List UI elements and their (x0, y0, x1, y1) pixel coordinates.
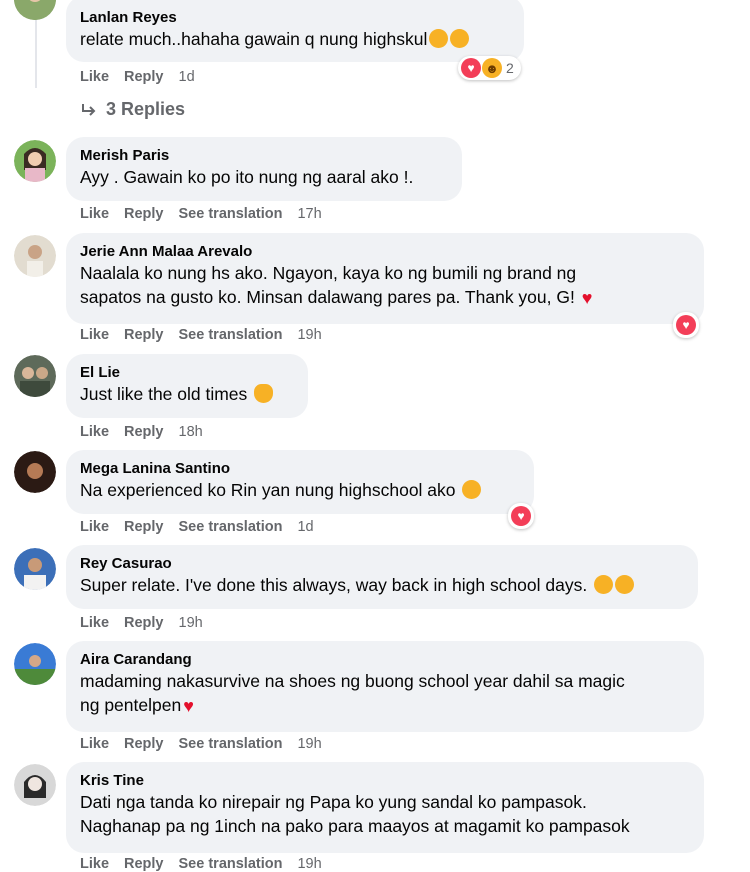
avatar[interactable] (14, 0, 56, 20)
comment-actions: Like Reply 18h (80, 424, 218, 440)
reply-button[interactable]: Reply (124, 856, 164, 872)
comment-text-line: Naalala ko nung hs ako. Ngayon, kaya ko … (80, 263, 577, 283)
reaction-summary[interactable]: ♥ (508, 503, 534, 529)
comment-bubble: El Lie Just like the old times (66, 354, 308, 418)
comment-time[interactable]: 18h (179, 424, 203, 440)
comment-actions: Like Reply 1d (80, 69, 210, 85)
comment-text: Na experienced ko Rin yan nung highschoo… (80, 478, 520, 502)
comment-text: Ayy . Gawain ko po ito nung ng aaral ako… (80, 167, 414, 187)
avatar[interactable] (14, 548, 56, 590)
reply-button[interactable]: Reply (124, 424, 164, 440)
love-icon: ♥ (676, 315, 696, 335)
comment-bubble: Aira Carandang madaming nakasurvive na s… (66, 641, 704, 732)
comment-text-line: ng pentelpen ♥ (80, 695, 194, 716)
love-icon: ♥ (461, 58, 481, 78)
haha-icon: ☻ (482, 58, 502, 78)
comment-actions: Like Reply See translation 19h (80, 327, 337, 343)
comment-time[interactable]: 19h (297, 736, 321, 752)
reaction-summary[interactable]: ♥ (673, 312, 699, 338)
comment-text-line: Dati nga tanda ko nirepair ng Papa ko yu… (80, 792, 587, 812)
like-button[interactable]: Like (80, 206, 109, 222)
rofl-emoji-icon (450, 29, 470, 48)
comment-bubble: Rey Casurao Super relate. I've done this… (66, 545, 698, 609)
comment-bubble: Merish Paris Ayy . Gawain ko po ito nung… (66, 137, 462, 201)
comment-text-line: Naghanap pa ng 1inch na pako para maayos… (80, 816, 630, 836)
comment-actions: Like Reply See translation 1d (80, 519, 329, 535)
comment-author[interactable]: Lanlan Reyes (80, 8, 510, 27)
like-button[interactable]: Like (80, 69, 109, 85)
avatar[interactable] (14, 764, 56, 806)
pinching-hand-emoji-icon (254, 384, 274, 403)
comment-time[interactable]: 19h (297, 856, 321, 872)
comment-bubble: Kris Tine Dati nga tanda ko nirepair ng … (66, 762, 704, 853)
reply-button[interactable]: Reply (124, 327, 164, 343)
comment-author[interactable]: Rey Casurao (80, 554, 684, 573)
pleading-face-emoji-icon (594, 575, 614, 594)
like-button[interactable]: Like (80, 519, 109, 535)
view-replies-button[interactable]: 3 Replies (80, 99, 185, 120)
comment-actions: Like Reply See translation 17h (80, 206, 337, 222)
like-button[interactable]: Like (80, 736, 109, 752)
comment-time[interactable]: 19h (297, 327, 321, 343)
comment-time[interactable]: 17h (297, 206, 321, 222)
pleading-face-emoji-icon (615, 575, 635, 594)
comment-bubble: Jerie Ann Malaa Arevalo Naalala ko nung … (66, 233, 704, 324)
love-icon: ♥ (511, 506, 531, 526)
reply-button[interactable]: Reply (124, 206, 164, 222)
like-button[interactable]: Like (80, 424, 109, 440)
comment-time[interactable]: 1d (179, 69, 195, 85)
like-button[interactable]: Like (80, 327, 109, 343)
like-button[interactable]: Like (80, 856, 109, 872)
reply-button[interactable]: Reply (124, 69, 164, 85)
comment-text-line: sapatos na gusto ko. Minsan dalawang par… (80, 287, 593, 308)
avatar[interactable] (14, 643, 56, 685)
reply-button[interactable]: Reply (124, 615, 164, 631)
comment-text: relate much..hahaha gawain q nung highsk… (80, 27, 510, 51)
avatar[interactable] (14, 355, 56, 397)
reaction-count: 2 (506, 60, 514, 76)
see-translation-button[interactable]: See translation (179, 736, 283, 752)
avatar[interactable] (14, 140, 56, 182)
replies-label: 3 Replies (106, 99, 186, 119)
laugh-cry-emoji-icon (429, 29, 449, 48)
avatar[interactable] (14, 451, 56, 493)
comment-actions: Like Reply 19h (80, 615, 218, 631)
see-translation-button[interactable]: See translation (179, 856, 283, 872)
see-translation-button[interactable]: See translation (179, 327, 283, 343)
comment-bubble: Mega Lanina Santino Na experienced ko Ri… (66, 450, 534, 514)
heart-emoji-icon: ♥ (183, 696, 194, 716)
see-translation-button[interactable]: See translation (179, 519, 283, 535)
reply-button[interactable]: Reply (124, 736, 164, 752)
comment-text-line: madaming nakasurvive na shoes ng buong s… (80, 671, 625, 691)
comment-author[interactable]: Jerie Ann Malaa Arevalo (80, 242, 690, 261)
comment-actions: Like Reply See translation 19h (80, 736, 337, 752)
comment-text: Super relate. I've done this always, way… (80, 573, 684, 597)
see-translation-button[interactable]: See translation (179, 206, 283, 222)
comment-time[interactable]: 19h (179, 615, 203, 631)
grimacing-emoji-icon (462, 480, 482, 499)
comment-time[interactable]: 1d (297, 519, 313, 535)
comment-author[interactable]: Mega Lanina Santino (80, 459, 520, 478)
comment-author[interactable]: El Lie (80, 363, 294, 382)
reaction-summary[interactable]: ♥ ☻ 2 (458, 56, 521, 80)
comment-author[interactable]: Aira Carandang (80, 650, 690, 669)
comment-text: Just like the old times (80, 382, 294, 406)
heart-emoji-icon: ♥ (581, 288, 593, 308)
like-button[interactable]: Like (80, 615, 109, 631)
reply-button[interactable]: Reply (124, 519, 164, 535)
reply-arrow-icon (82, 103, 96, 116)
avatar[interactable] (14, 235, 56, 277)
comment-actions: Like Reply See translation 19h (80, 856, 337, 872)
comment-author[interactable]: Kris Tine (80, 771, 690, 790)
comment-author[interactable]: Merish Paris (80, 146, 448, 165)
comment-bubble: Lanlan Reyes relate much..hahaha gawain … (66, 0, 524, 62)
